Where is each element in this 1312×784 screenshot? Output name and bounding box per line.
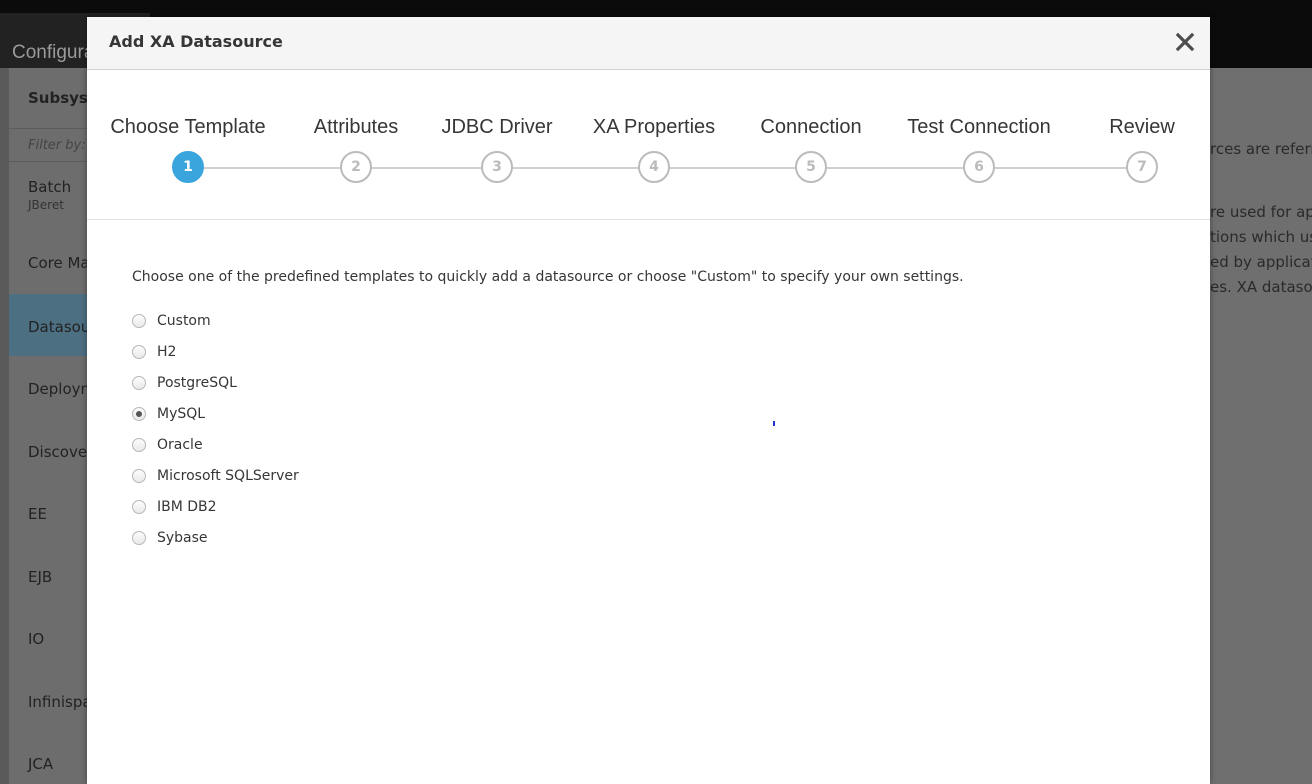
template-radio-group: Custom H2 PostgreSQL MySQL Oracle Micros… <box>132 305 1172 553</box>
dialog-body: Choose one of the predefined templates t… <box>132 267 1172 553</box>
add-xa-datasource-dialog: Add XA Datasource Choose Template 1 Attr… <box>87 17 1210 784</box>
sidebar-item-infinispan[interactable]: Infinispa <box>9 666 92 728</box>
sidebar-item-label: Batch <box>28 178 72 196</box>
sidebar-item-sublabel: JBeret <box>28 198 64 212</box>
sidebar-item-label: EJB <box>28 568 53 586</box>
sidebar-divider <box>9 161 87 162</box>
radio-label: Sybase <box>157 529 208 546</box>
radio-button-selected[interactable] <box>132 406 146 421</box>
radio-label: MySQL <box>157 405 206 422</box>
sidebar-item-label: JCA <box>28 755 54 773</box>
template-instructions: Choose one of the predefined templates t… <box>132 269 964 285</box>
sidebar-item-io[interactable]: IO <box>9 604 87 666</box>
sidebar-item-label: Datasou <box>28 318 91 336</box>
sidebar-item-label: Deploym <box>28 380 96 398</box>
radio-button[interactable] <box>132 499 146 514</box>
close-icon <box>1175 32 1195 52</box>
radio-button[interactable] <box>132 530 146 545</box>
step-number-badge: 2 <box>340 151 372 183</box>
step-label: Connection <box>760 116 862 138</box>
template-option-oracle[interactable]: Oracle <box>132 429 1172 460</box>
radio-button[interactable] <box>132 437 146 452</box>
radio-button[interactable] <box>132 313 146 328</box>
sidebar-item-label: Core Ma <box>28 254 90 272</box>
step-number-badge: 5 <box>795 151 827 183</box>
template-option-postgresql[interactable]: PostgreSQL <box>132 367 1172 398</box>
sidebar-item-ee[interactable]: EE <box>9 480 87 542</box>
template-option-mssql[interactable]: Microsoft SQLServer <box>132 460 1172 491</box>
radio-label: IBM DB2 <box>157 498 217 515</box>
sidebar-item-batch[interactable]: Batch JBeret <box>9 164 87 226</box>
template-option-h2[interactable]: H2 <box>132 336 1172 367</box>
sidebar-item-label: EE <box>28 505 47 523</box>
background-description-line: re used for app <box>1210 203 1312 221</box>
radio-label: PostgreSQL <box>157 374 237 391</box>
sidebar-item-deployment[interactable]: Deploym <box>9 356 95 418</box>
dialog-header: Add XA Datasource <box>87 17 1210 70</box>
step-label: Attributes <box>313 116 399 138</box>
template-option-ibm-db2[interactable]: IBM DB2 <box>132 491 1172 522</box>
radio-label: Custom <box>157 312 211 329</box>
dialog-title: Add XA Datasource <box>109 32 283 51</box>
sidebar-divider <box>9 128 87 129</box>
sidebar-item-datasources[interactable]: Datasou <box>9 294 91 356</box>
text-cursor-mark <box>773 421 775 426</box>
radio-button[interactable] <box>132 468 146 483</box>
background-description-line: rces are referre <box>1210 140 1312 158</box>
step-number-badge: 3 <box>481 151 513 183</box>
left-edge-bar <box>0 68 9 784</box>
radio-label: H2 <box>157 343 177 360</box>
step-number-badge: 6 <box>963 151 995 183</box>
radio-button[interactable] <box>132 344 146 359</box>
template-option-custom[interactable]: Custom <box>132 305 1172 336</box>
radio-button[interactable] <box>132 375 146 390</box>
close-button[interactable] <box>1170 25 1200 59</box>
background-description-line: ed by applicatio <box>1210 253 1312 271</box>
sidebar-title: Subsyst <box>28 89 96 107</box>
step-number-badge: 7 <box>1126 151 1158 183</box>
step-label: Test Connection <box>907 116 1051 138</box>
step-number-badge: 1 <box>172 151 204 183</box>
step-label: XA Properties <box>592 116 716 138</box>
wizard-steps: Choose Template 1 Attributes 2 JDBC Driv… <box>87 70 1210 220</box>
step-label: Choose Template <box>110 116 266 138</box>
template-option-sybase[interactable]: Sybase <box>132 522 1172 553</box>
step-label: Review <box>1109 116 1175 138</box>
sidebar-item-ejb[interactable]: EJB <box>9 542 87 604</box>
background-description-line: tions which use <box>1210 228 1312 246</box>
radio-label: Oracle <box>157 436 203 453</box>
background-description-line: es. XA datasou <box>1210 278 1312 296</box>
sidebar-item-discovery[interactable]: Discover <box>9 418 93 480</box>
sidebar-item-label: Discover <box>28 443 94 461</box>
step-label: JDBC Driver <box>441 116 553 138</box>
sidebar-item-label: IO <box>28 630 45 648</box>
nav-tab-configuration[interactable]: Configura <box>12 42 94 64</box>
sidebar-item-jca[interactable]: JCA <box>9 728 87 784</box>
subsystem-sidebar: Subsyst Filter by: Batch JBeret Core Ma … <box>9 68 95 784</box>
sidebar-filter-input[interactable]: Filter by: <box>28 138 86 153</box>
step-number-badge: 4 <box>638 151 670 183</box>
sidebar-item-label: Infinispa <box>28 693 92 711</box>
template-option-mysql[interactable]: MySQL <box>132 398 1172 429</box>
radio-label: Microsoft SQLServer <box>157 467 299 484</box>
sidebar-item-core-management[interactable]: Core Ma <box>9 232 90 294</box>
